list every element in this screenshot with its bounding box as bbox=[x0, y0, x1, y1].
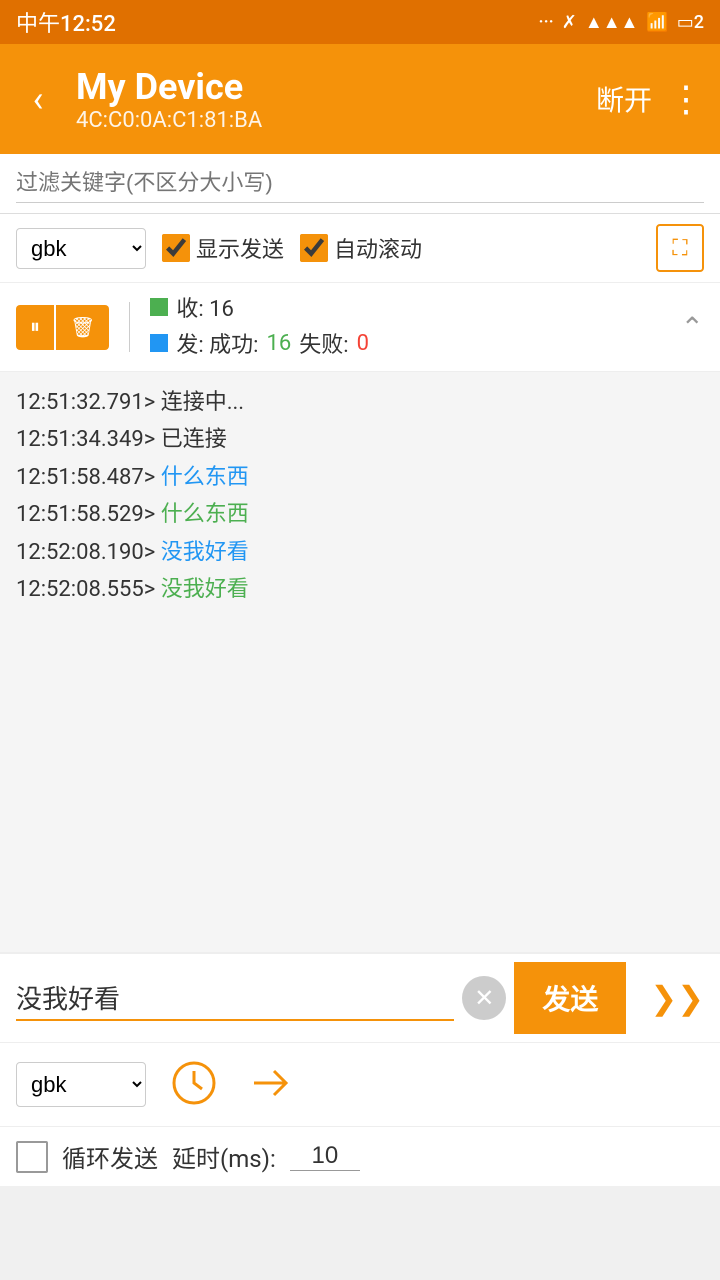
log-line: 12:51:58.487> 什么东西 bbox=[16, 459, 704, 496]
controls-row: gbk utf-8 显示发送 自动滚动 ⛶ bbox=[0, 214, 720, 283]
filter-row bbox=[0, 154, 720, 214]
send-fail: 0 bbox=[357, 331, 369, 356]
stats-divider bbox=[129, 302, 130, 352]
send-dot bbox=[150, 334, 168, 352]
device-address: 4C:C0:0A:C1:81:BA bbox=[76, 108, 580, 133]
stats-buttons: ⏸ 🗑 bbox=[16, 305, 109, 350]
status-time: 中午12:52 bbox=[16, 6, 116, 38]
auto-scroll-checkbox-item[interactable]: 自动滚动 bbox=[300, 232, 422, 264]
clear-icon: 🗑 bbox=[70, 315, 95, 340]
show-send-checkbox-item[interactable]: 显示发送 bbox=[162, 232, 284, 264]
log-line: 12:51:58.529> 什么东西 bbox=[16, 496, 704, 533]
delay-label: 延时(ms): bbox=[172, 1139, 276, 1174]
stats-row: ⏸ 🗑 收: 16 发: 成功: 16 失败: 0 ⌃ bbox=[0, 283, 720, 372]
collapse-button[interactable]: ⌃ bbox=[681, 311, 704, 344]
log-text: 没我好看 bbox=[155, 577, 248, 602]
wifi-icon: 📶 bbox=[646, 12, 668, 33]
clear-log-button[interactable]: 🗑 bbox=[56, 305, 109, 350]
log-timestamp: 12:51:58.529> bbox=[16, 502, 155, 527]
encoding-select[interactable]: gbk utf-8 bbox=[16, 228, 146, 269]
fullscreen-icon: ⛶ bbox=[672, 236, 687, 261]
quick-send-button[interactable] bbox=[242, 1055, 298, 1114]
bluetooth-icon: ✗ bbox=[562, 12, 577, 33]
log-line: 12:51:34.349> 已连接 bbox=[16, 421, 704, 458]
log-line: 12:52:08.555> 没我好看 bbox=[16, 571, 704, 608]
log-text: 没我好看 bbox=[155, 540, 248, 565]
log-timestamp: 12:52:08.190> bbox=[16, 540, 155, 565]
log-timestamp: 12:51:32.791> bbox=[16, 390, 155, 415]
disconnect-button[interactable]: 断开 bbox=[596, 79, 652, 119]
recv-dot bbox=[150, 298, 168, 316]
bottom-controls: gbk utf-8 bbox=[0, 1043, 720, 1127]
cellular-icon: ▲▲▲ bbox=[585, 12, 638, 33]
log-area: 12:51:32.791> 连接中...12:51:34.349> 已连接12:… bbox=[0, 372, 720, 952]
send-button[interactable]: 发送 bbox=[514, 962, 626, 1034]
clear-input-icon: ✕ bbox=[474, 984, 494, 1013]
auto-scroll-checkbox[interactable] bbox=[300, 234, 328, 262]
bottom-panel: ✕ 发送 ❯❯ gbk utf-8 循环发送 延 bbox=[0, 952, 720, 1186]
send-row: ✕ 发送 ❯❯ bbox=[0, 954, 720, 1043]
send-prefix: 发: 成功: bbox=[176, 327, 258, 359]
log-text: 连接中... bbox=[155, 390, 244, 415]
app-bar-actions: 断开 ⋮ bbox=[596, 78, 704, 120]
status-icons: ··· ✗ ▲▲▲ 📶 ▭2 bbox=[538, 12, 704, 33]
send-success: 16 bbox=[267, 331, 292, 356]
log-line: 12:51:32.791> 连接中... bbox=[16, 384, 704, 421]
chevron-down-icon: ❯❯ bbox=[650, 980, 704, 1016]
fullscreen-button[interactable]: ⛶ bbox=[656, 224, 704, 272]
filter-input[interactable] bbox=[16, 164, 704, 203]
send-fail-prefix: 失败: bbox=[299, 327, 348, 359]
log-timestamp: 12:51:58.487> bbox=[16, 465, 155, 490]
log-timestamp: 12:52:08.555> bbox=[16, 577, 155, 602]
delay-input[interactable] bbox=[290, 1142, 360, 1171]
log-text: 什么东西 bbox=[155, 502, 248, 527]
loop-send-label: 循环发送 bbox=[62, 1139, 158, 1174]
more-menu-button[interactable]: ⋮ bbox=[668, 78, 704, 120]
log-text: 已连接 bbox=[155, 427, 226, 452]
expand-down-button[interactable]: ❯❯ bbox=[634, 962, 720, 1034]
show-send-label: 显示发送 bbox=[196, 232, 284, 264]
loop-row: 循环发送 延时(ms): bbox=[0, 1127, 720, 1186]
log-text: 什么东西 bbox=[155, 465, 248, 490]
history-button[interactable] bbox=[166, 1055, 222, 1114]
show-send-checkbox[interactable] bbox=[162, 234, 190, 262]
recv-stats: 收: 16 bbox=[176, 291, 234, 323]
battery-icon: ▭2 bbox=[677, 12, 704, 33]
send-stats-line: 发: 成功: 16 失败: 0 bbox=[150, 327, 668, 359]
send-input[interactable] bbox=[16, 976, 454, 1021]
log-timestamp: 12:51:34.349> bbox=[16, 427, 155, 452]
bottom-encoding-select[interactable]: gbk utf-8 bbox=[16, 1062, 146, 1107]
clock-icon bbox=[170, 1059, 218, 1107]
pause-button[interactable]: ⏸ bbox=[16, 305, 54, 350]
send-button-label: 发送 bbox=[542, 984, 598, 1015]
recv-stats-line: 收: 16 bbox=[150, 291, 668, 323]
device-name: My Device bbox=[76, 66, 580, 108]
back-button[interactable]: ‹ bbox=[16, 78, 60, 120]
app-bar: ‹ My Device 4C:C0:0A:C1:81:BA 断开 ⋮ bbox=[0, 44, 720, 154]
clear-input-button[interactable]: ✕ bbox=[462, 976, 506, 1020]
loop-send-checkbox[interactable] bbox=[16, 1141, 48, 1173]
signal-dots-icon: ··· bbox=[538, 12, 553, 33]
app-bar-title: My Device 4C:C0:0A:C1:81:BA bbox=[76, 66, 580, 133]
status-bar: 中午12:52 ··· ✗ ▲▲▲ 📶 ▭2 bbox=[0, 0, 720, 44]
stats-info: 收: 16 发: 成功: 16 失败: 0 bbox=[150, 291, 668, 363]
auto-scroll-label: 自动滚动 bbox=[334, 232, 422, 264]
send-icon bbox=[246, 1059, 294, 1107]
pause-icon: ⏸ bbox=[30, 316, 40, 339]
log-line: 12:52:08.190> 没我好看 bbox=[16, 534, 704, 571]
